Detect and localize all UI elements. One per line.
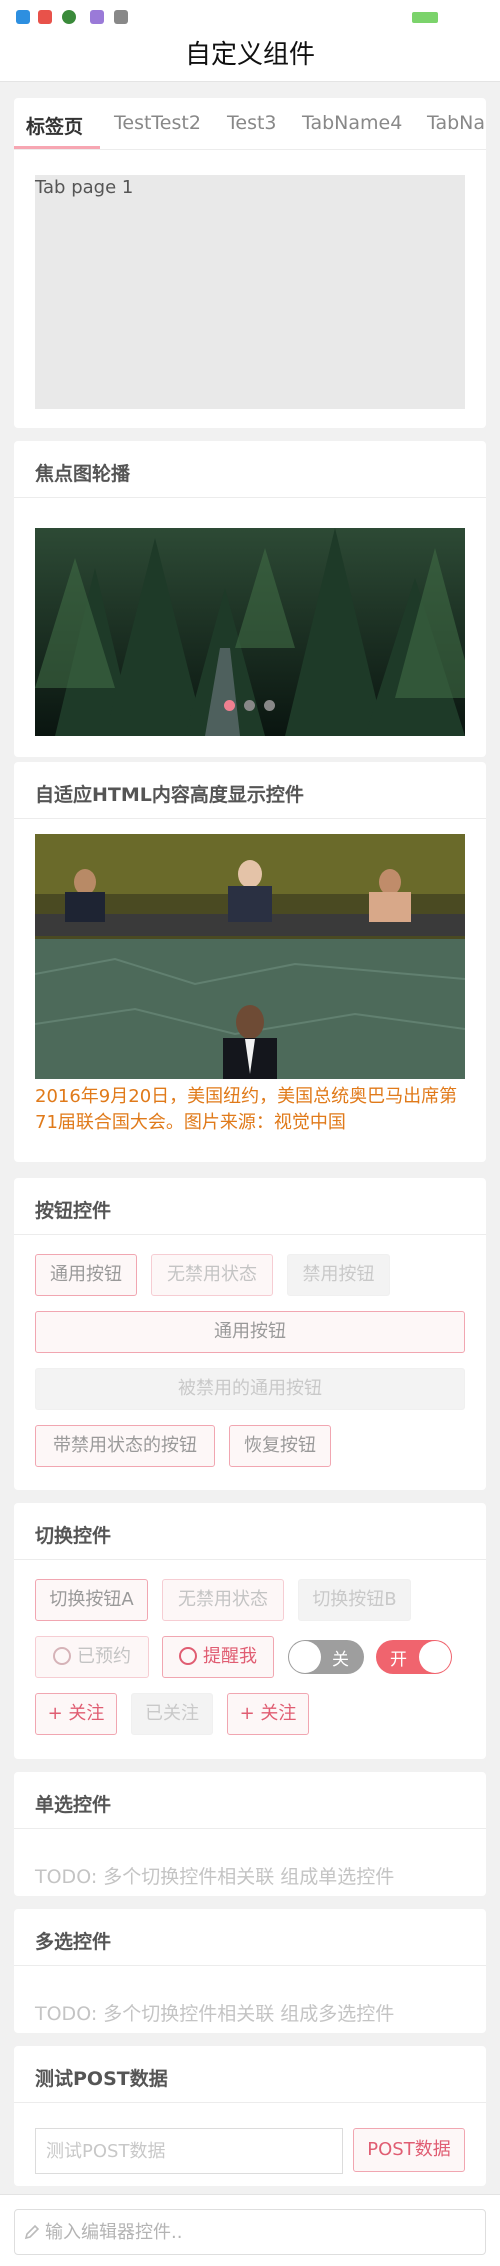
tab-2[interactable]: TestTest2 bbox=[114, 112, 201, 134]
checkbox-card: 多选控件 TODO: 多个切换控件相关联 组成多选控件 bbox=[14, 1909, 486, 2033]
page-title: 自定义组件 bbox=[184, 40, 315, 70]
html-content-card: 自适应HTML内容高度显示控件 2016年9月20日，美国纽约，美国总统奥巴马出… bbox=[14, 762, 486, 1162]
radio-card: 单选控件 TODO: 多个切换控件相关联 组成单选控件 bbox=[14, 1772, 486, 1896]
carousel-dot-3[interactable] bbox=[264, 700, 275, 711]
follow-button[interactable]: + 关注 bbox=[35, 1693, 117, 1735]
switch-knob bbox=[289, 1641, 321, 1673]
switch-on[interactable]: 开 bbox=[376, 1640, 452, 1674]
carousel-slide[interactable] bbox=[35, 528, 465, 736]
tab-panel-text: Tab page 1 bbox=[35, 177, 134, 198]
editor-bar bbox=[0, 2194, 500, 2266]
toggles-card: 切换控件 切换按钮A 无禁用状态 切换按钮B 已预约 提醒我 关 开 + 关注 … bbox=[14, 1503, 486, 1759]
wide-normal-button[interactable]: 通用按钮 bbox=[35, 1311, 465, 1353]
toggle-no-disabled-state[interactable]: 无禁用状态 bbox=[162, 1579, 284, 1621]
carousel-card: 焦点图轮播 bbox=[14, 441, 486, 757]
wide-disabled-button: 被禁用的通用按钮 bbox=[35, 1368, 465, 1410]
buttons-card: 按钮控件 通用按钮 无禁用状态 禁用按钮 通用按钮 被禁用的通用按钮 带禁用状态… bbox=[14, 1178, 486, 1490]
carousel-title: 焦点图轮播 bbox=[35, 463, 131, 485]
toggles-title: 切换控件 bbox=[35, 1525, 112, 1547]
pencil-icon bbox=[24, 2224, 40, 2240]
editor-field bbox=[14, 2209, 486, 2255]
battery-icon bbox=[412, 12, 438, 23]
switch-on-label: 开 bbox=[390, 1650, 407, 1670]
normal-button[interactable]: 通用按钮 bbox=[35, 1254, 137, 1296]
carousel-dot-1[interactable] bbox=[224, 700, 235, 711]
divider bbox=[14, 818, 486, 819]
follow-button-2[interactable]: + 关注 bbox=[227, 1693, 309, 1735]
post-input-box bbox=[35, 2128, 343, 2174]
html-content-title: 自适应HTML内容高度显示控件 bbox=[35, 784, 304, 806]
un-assembly-photo bbox=[35, 834, 465, 1079]
post-card: 测试POST数据 POST数据 bbox=[14, 2046, 486, 2186]
disabled-button: 禁用按钮 bbox=[287, 1254, 390, 1296]
divider bbox=[14, 1234, 486, 1235]
post-data-input[interactable] bbox=[36, 2129, 342, 2173]
tab-panel: Tab page 1 bbox=[35, 175, 465, 409]
status-bar bbox=[0, 0, 500, 30]
divider bbox=[14, 1965, 486, 1966]
divider bbox=[14, 149, 486, 150]
home-notification-icon bbox=[38, 10, 52, 24]
restore-button[interactable]: 恢复按钮 bbox=[229, 1425, 331, 1467]
carousel-dot-2[interactable] bbox=[244, 700, 255, 711]
switch-off[interactable]: 关 bbox=[288, 1640, 364, 1674]
tabs-card: 标签页 TestTest2 Test3 TabName4 TabName5 Ta… bbox=[14, 98, 486, 428]
toggle-button-a[interactable]: 切换按钮A bbox=[35, 1579, 148, 1621]
tab-1[interactable]: 标签页 bbox=[26, 112, 83, 139]
followed-button: 已关注 bbox=[131, 1693, 213, 1735]
image-notification-icon bbox=[114, 10, 128, 24]
photo-caption: 2016年9月20日，美国纽约，美国总统奥巴马出席第71届联合国大会。图片来源：… bbox=[35, 1086, 458, 1133]
tab-3[interactable]: Test3 bbox=[227, 112, 277, 134]
game-notification-icon bbox=[62, 10, 76, 24]
checkbox-todo: TODO: 多个切换控件相关联 组成多选控件 bbox=[35, 2003, 395, 2025]
toggle-button-b: 切换按钮B bbox=[298, 1579, 411, 1621]
switch-off-label: 关 bbox=[332, 1650, 349, 1670]
divider bbox=[14, 2102, 486, 2103]
radio-title: 单选控件 bbox=[35, 1794, 112, 1816]
button-with-disabled-state[interactable]: 带禁用状态的按钮 bbox=[35, 1425, 215, 1467]
mail-notification-icon bbox=[90, 10, 104, 24]
remind-me-toggle[interactable]: 提醒我 bbox=[162, 1636, 274, 1678]
buttons-title: 按钮控件 bbox=[35, 1200, 112, 1222]
alarm-clock-icon bbox=[179, 1647, 197, 1665]
editor-input[interactable] bbox=[45, 2210, 475, 2254]
remind-me-label: 提醒我 bbox=[203, 1646, 257, 1667]
tab-5[interactable]: TabName5 bbox=[427, 112, 486, 134]
radio-todo: TODO: 多个切换控件相关联 组成单选控件 bbox=[35, 1866, 395, 1888]
divider bbox=[14, 1559, 486, 1560]
checkbox-title: 多选控件 bbox=[35, 1931, 112, 1953]
divider bbox=[14, 1828, 486, 1829]
clock-icon bbox=[53, 1647, 71, 1665]
divider bbox=[14, 497, 486, 498]
app-notification-icon bbox=[16, 10, 30, 24]
post-data-button[interactable]: POST数据 bbox=[353, 2128, 465, 2172]
reserved-label: 已预约 bbox=[77, 1646, 131, 1667]
reserved-toggle[interactable]: 已预约 bbox=[35, 1636, 149, 1678]
switch-knob bbox=[419, 1641, 451, 1673]
post-title: 测试POST数据 bbox=[35, 2068, 168, 2090]
app-header: 自定义组件 bbox=[0, 30, 500, 82]
no-disabled-state-button[interactable]: 无禁用状态 bbox=[151, 1254, 273, 1296]
tab-4[interactable]: TabName4 bbox=[302, 112, 402, 134]
